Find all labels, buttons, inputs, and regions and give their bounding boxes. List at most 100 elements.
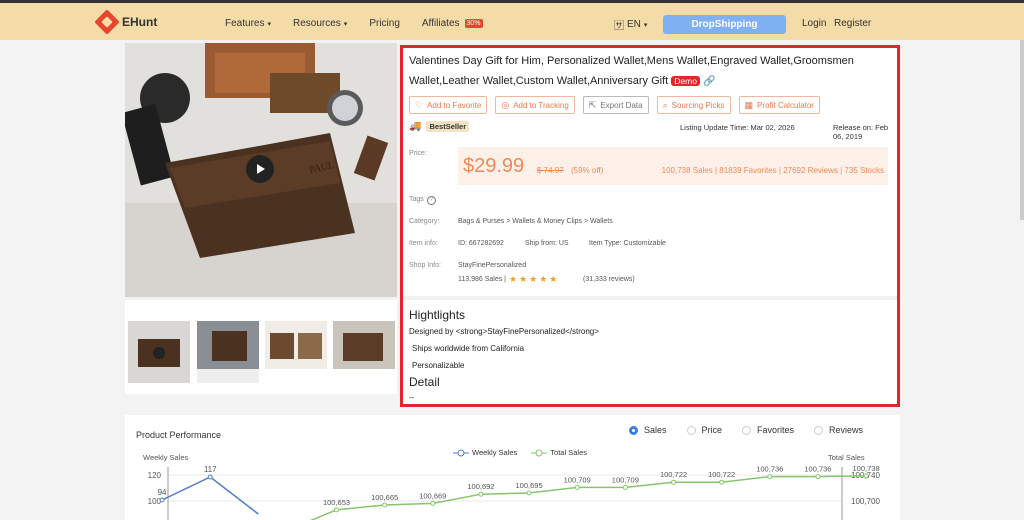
item-info-label: Item info: [409, 240, 438, 247]
category-path[interactable]: Bags & Purses > Wallets & Money Clips > … [458, 218, 613, 225]
total-sales-data-label: 100,669 [419, 491, 446, 500]
total-sales-data-label: 100,709 [564, 475, 591, 484]
bestseller-row: 🚚 BestSeller Listing Update Time: Mar 02… [409, 121, 889, 141]
profit-calculator-label: Profit Calculator [757, 100, 814, 110]
rating-stars: ★★★★★ [509, 274, 560, 284]
thumbnail-3[interactable] [265, 321, 327, 383]
total-sales-data-label: 100,653 [323, 498, 350, 507]
item-id: ID: 667282692 [458, 240, 504, 247]
page-scrollbar[interactable] [1020, 40, 1024, 220]
price-label: Price: [409, 150, 427, 157]
total-sales-data-label: 100,722 [660, 470, 687, 479]
highlight-item: Ships worldwide from California [412, 344, 525, 353]
highlight-item: Designed by <strong>StayFinePersonalized… [409, 327, 599, 336]
current-price: $29.99 [463, 155, 525, 177]
tags-label: Tags? [409, 196, 436, 205]
help-icon[interactable]: ? [426, 196, 436, 205]
login-link[interactable]: Login [802, 18, 826, 29]
product-title: Valentines Day Gift for Him, Personalize… [409, 51, 879, 92]
total-sales-point [622, 484, 628, 490]
product-title-text: Valentines Day Gift for Him, Personalize… [409, 55, 854, 87]
highlight-item: Personalizable [412, 361, 465, 370]
product-performance-panel: Product Performance Sales Price Favorite… [125, 415, 900, 520]
export-data-button[interactable]: ⇱ Export Data [582, 96, 649, 114]
nav-resources[interactable]: Resources ▾ [293, 18, 347, 29]
logo-mark-icon [94, 9, 120, 35]
shop-name[interactable]: StayFinePersonalized [458, 262, 526, 269]
weekly-sales-point [159, 497, 165, 503]
total-sales-point [671, 479, 676, 485]
total-sales-data-label: 100,736 [804, 465, 831, 474]
highlights-title: Hightlights [409, 308, 466, 322]
total-sales-data-label: 100,736 [756, 465, 783, 474]
nav-affiliates[interactable]: Affiliates 30% [422, 18, 483, 29]
performance-chart: 120100,740100100,700100,603100,653100,66… [148, 464, 880, 520]
add-to-tracking-label: Add to Tracking [513, 100, 569, 110]
calculator-icon: ▦ [744, 99, 754, 110]
total-sales-point [574, 484, 580, 490]
profit-calculator-button[interactable]: ▦ Profit Calculator [738, 96, 820, 114]
detail-text: -- [409, 393, 415, 402]
language-selector[interactable]: 🈂 EN ▾ [614, 17, 647, 32]
nav-features-label: Features [225, 18, 265, 29]
sales-stats: 100,738 Sales | 81839 Favorites | 27692 … [661, 166, 884, 175]
total-sales-data-label: 100,665 [371, 493, 398, 502]
main-nav: Features ▾ Resources ▾ Pricing Affiliates 3… [225, 18, 505, 29]
bestseller-badge: BestSeller [426, 121, 470, 132]
right-tick-label: 100,700 [851, 497, 880, 506]
thumbnail-image [333, 321, 395, 383]
total-sales-data-label: 100,722 [708, 470, 735, 479]
nav-resources-label: Resources [292, 18, 341, 29]
original-price: $ 74.97 [537, 166, 564, 175]
thumbnail-strip [125, 300, 397, 394]
sourcing-picks-label: Sourcing Picks [671, 100, 725, 110]
category-label: Category: [409, 218, 440, 225]
shop-reviews: (31,333 reviews) [583, 276, 635, 283]
left-tick-label: 120 [148, 471, 162, 480]
release-date: Release on: Feb 06, 2019 [833, 123, 889, 141]
total-sales-point [334, 507, 339, 513]
logo-text: EHunt [122, 15, 158, 29]
total-sales-point [478, 491, 484, 497]
nav-features[interactable]: Features ▾ [225, 18, 271, 29]
left-tick-label: 100 [148, 497, 162, 506]
sourcing-picks-button[interactable]: ⌕ Sourcing Picks [656, 96, 731, 114]
demo-badge: Demo [671, 76, 700, 86]
thumbnail-2[interactable] [197, 321, 259, 383]
section-divider [403, 296, 897, 300]
ehunt-logo[interactable]: EHunt [94, 9, 158, 35]
total-sales-point [719, 479, 725, 485]
item-type: Item Type: Customizable [589, 240, 666, 247]
total-sales-point [863, 473, 869, 479]
tags-label-text: Tags [409, 196, 424, 203]
language-label: EN [627, 19, 641, 30]
link-icon[interactable]: 🔗 [703, 76, 715, 87]
top-navigation-bar: EHunt Features ▾ Resources ▾ Pricing Affil… [0, 0, 1024, 40]
price-box: $29.99 $ 74.97 (59% off) 100,738 Sales |… [458, 147, 888, 185]
chevron-down-icon: ▾ [267, 20, 271, 28]
thumbnail-image [197, 321, 259, 383]
total-sales-point [767, 474, 773, 480]
total-sales-point [815, 474, 821, 480]
add-to-favorite-button[interactable]: ♡ Add to Favorite [409, 96, 488, 114]
thumbnail-4[interactable] [333, 321, 395, 383]
weekly-sales-line [161, 476, 259, 515]
truck-icon: 🚚 [409, 121, 422, 132]
weekly-sales-data-label: 117 [204, 465, 217, 474]
chevron-down-icon: ▾ [643, 21, 648, 29]
dropshipping-button[interactable]: DropShipping [663, 15, 786, 34]
add-to-tracking-button[interactable]: ◎ Add to Tracking [495, 96, 575, 114]
thumbnail-image [265, 321, 327, 383]
translate-icon: 🈂 [614, 21, 624, 32]
search-icon: ⌕ [662, 99, 668, 110]
total-sales-point [526, 490, 532, 496]
register-link[interactable]: Register [834, 18, 871, 29]
total-sales-data-label: 100,695 [516, 481, 543, 490]
thumbnail-1[interactable] [128, 321, 190, 383]
chevron-down-icon: ▾ [343, 20, 348, 28]
discount-percent: (59% off) [571, 166, 604, 175]
play-video-button[interactable] [246, 155, 274, 183]
detail-title: Detail [409, 375, 440, 389]
nav-pricing[interactable]: Pricing [369, 18, 400, 29]
total-sales-data-label: 100,692 [467, 482, 494, 491]
